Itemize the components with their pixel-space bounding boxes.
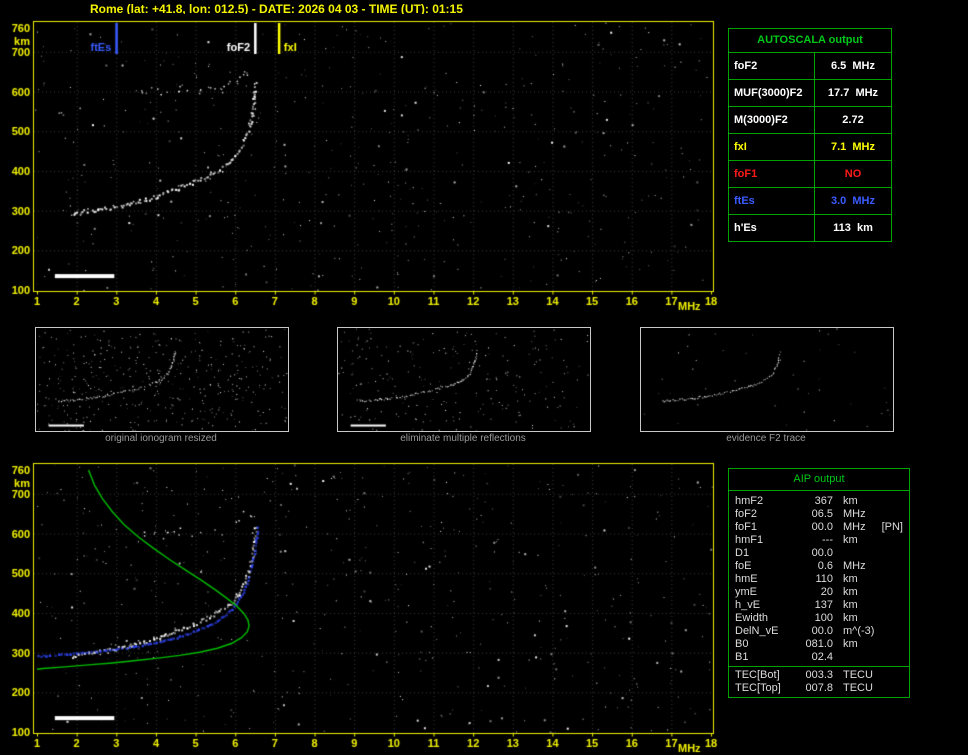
- autoscala-output-table: AUTOSCALA output foF2 6.5 MHz MUF(3000)F2 1…: [728, 28, 892, 242]
- aip-param-unit: MHz: [843, 508, 866, 520]
- aip-row: DelN_vE 00.0 m^(-3): [729, 625, 909, 638]
- aip-param-value: 003.3: [805, 669, 833, 681]
- aip-row: h_vE 137 km: [729, 599, 909, 612]
- aip-param-value: 00.0: [811, 625, 833, 637]
- autoscala-param-value: 7.1 MHz: [830, 141, 875, 153]
- autoscala-table-body: foF2 6.5 MHz MUF(3000)F2 17.7 MHz M(3000)F2 2…: [729, 53, 891, 241]
- aip-param-unit: km: [843, 586, 858, 598]
- aip-param-value: 00.0: [811, 547, 833, 559]
- aip-param-name: foE: [735, 560, 752, 572]
- aip-row: foF2 06.5 MHz: [729, 508, 909, 521]
- autoscala-param-name: ftEs: [729, 188, 815, 214]
- autoscala-row: fxI 7.1 MHz: [729, 134, 891, 161]
- aip-param-value: 110: [815, 573, 833, 585]
- autoscala-param-value: 113 km: [833, 222, 873, 234]
- thumbnail-caption: eliminate multiple reflections: [400, 433, 526, 444]
- aip-param-value: 367: [814, 495, 833, 507]
- aip-param-unit: TECU: [843, 682, 873, 694]
- thumbnail-original-ionogram: [35, 327, 289, 432]
- thumbnail-eliminate-reflections: [337, 327, 591, 432]
- aip-tec-rows: TEC[Bot] 003.3 TECU TEC[Top] 007.8 TECU: [729, 666, 909, 697]
- aip-param-name: hmF2: [735, 495, 764, 507]
- aip-row: D1 00.0: [729, 547, 909, 560]
- aip-param-value: 02.4: [811, 651, 833, 663]
- aip-param-name: B0: [735, 638, 749, 650]
- aip-row: B1 02.4: [729, 651, 909, 664]
- autoscala-param-value: 3.0 MHz: [830, 195, 875, 207]
- aip-param-name: hmE: [735, 573, 758, 585]
- aip-param-name: h_vE: [735, 599, 761, 611]
- aip-param-value: 0.6: [817, 560, 833, 572]
- aip-param-name: D1: [735, 547, 750, 559]
- aip-param-value: 20: [820, 586, 833, 598]
- aip-param-name: Ewidth: [735, 612, 769, 624]
- autoscala-param-value: NO: [844, 168, 862, 180]
- aip-row: hmF2 367 km: [729, 495, 909, 508]
- aip-row: foE 0.6 MHz: [729, 560, 909, 573]
- autoscala-param-name: h'Es: [729, 215, 815, 241]
- aip-table-title: AIP output: [729, 469, 909, 491]
- aip-param-value: 137: [814, 599, 833, 611]
- aip-param-name: hmF1: [735, 534, 764, 546]
- aip-row: B0 081.0 km: [729, 638, 909, 651]
- aip-row: foF1 00.0 MHz [PN]: [729, 521, 909, 534]
- thumbnail-caption: original ionogram resized: [105, 433, 217, 444]
- aip-param-unit: km: [843, 638, 858, 650]
- autoscala-app-window: Rome (lat: +41.8, lon: 012.5) - DATE: 20…: [0, 0, 968, 755]
- aip-param-name: TEC[Bot]: [735, 669, 780, 681]
- autoscala-param-value: 2.72: [842, 114, 864, 126]
- autoscala-row: foF1 NO: [729, 161, 891, 188]
- thumbnail-caption: evidence F2 trace: [726, 433, 806, 444]
- aip-param-value: 100: [814, 612, 833, 624]
- aip-param-unit: MHz: [843, 521, 866, 533]
- aip-param-unit: MHz: [843, 560, 866, 572]
- autoscala-row: M(3000)F2 2.72: [729, 107, 891, 134]
- aip-param-value: 00.0: [811, 521, 833, 533]
- aip-param-name: B1: [735, 651, 749, 663]
- aip-param-unit: m^(-3): [843, 625, 875, 637]
- autoscala-row: ftEs 3.0 MHz: [729, 188, 891, 215]
- autoscala-param-name: M(3000)F2: [729, 107, 815, 133]
- aip-param-unit: km: [843, 495, 858, 507]
- aip-table-body: hmF2 367 km foF2 06.5 MHz foF1 00.0 MHz [PN] hmF1 -…: [729, 491, 909, 666]
- autoscala-param-value: 17.7 MHz: [827, 87, 879, 99]
- aip-param-value: 06.5: [811, 508, 833, 520]
- autoscala-table-title: AUTOSCALA output: [729, 29, 891, 53]
- autoscala-param-name: MUF(3000)F2: [729, 80, 815, 106]
- aip-param-unit: km: [843, 612, 858, 624]
- bottom-ionogram-profile-plot: [0, 456, 725, 755]
- aip-output-table: AIP output hmF2 367 km foF2 06.5 MHz foF1 00.0 M…: [728, 468, 910, 698]
- top-ionogram-plot: [0, 14, 725, 319]
- aip-param-unit: km: [843, 534, 858, 546]
- autoscala-row: MUF(3000)F2 17.7 MHz: [729, 80, 891, 107]
- aip-param-name: DelN_vE: [735, 625, 779, 637]
- thumbnail-evidence-f2-trace: [640, 327, 894, 432]
- aip-param-name: TEC[Top]: [735, 682, 781, 694]
- aip-param-name: foF2: [735, 508, 758, 520]
- autoscala-row: foF2 6.5 MHz: [729, 53, 891, 80]
- autoscala-param-name: foF2: [729, 53, 815, 79]
- aip-param-value: ---: [822, 534, 833, 546]
- aip-row: TEC[Top] 007.8 TECU: [729, 682, 909, 695]
- aip-param-unit: TECU: [843, 669, 873, 681]
- aip-param-name: ymE: [735, 586, 757, 598]
- autoscala-param-name: foF1: [729, 161, 815, 187]
- aip-param-flag: [PN]: [881, 521, 903, 533]
- aip-row: ymE 20 km: [729, 586, 909, 599]
- autoscala-row: h'Es 113 km: [729, 215, 891, 241]
- aip-row: hmE 110 km: [729, 573, 909, 586]
- aip-param-value: 007.8: [805, 682, 833, 694]
- autoscala-param-name: fxI: [729, 134, 815, 160]
- aip-param-value: 081.0: [805, 638, 833, 650]
- aip-row: TEC[Bot] 003.3 TECU: [729, 669, 909, 682]
- aip-param-unit: km: [843, 599, 858, 611]
- aip-row: hmF1 --- km: [729, 534, 909, 547]
- aip-param-name: foF1: [735, 521, 758, 533]
- autoscala-param-value: 6.5 MHz: [830, 60, 875, 72]
- aip-param-unit: km: [843, 573, 858, 585]
- aip-row: Ewidth 100 km: [729, 612, 909, 625]
